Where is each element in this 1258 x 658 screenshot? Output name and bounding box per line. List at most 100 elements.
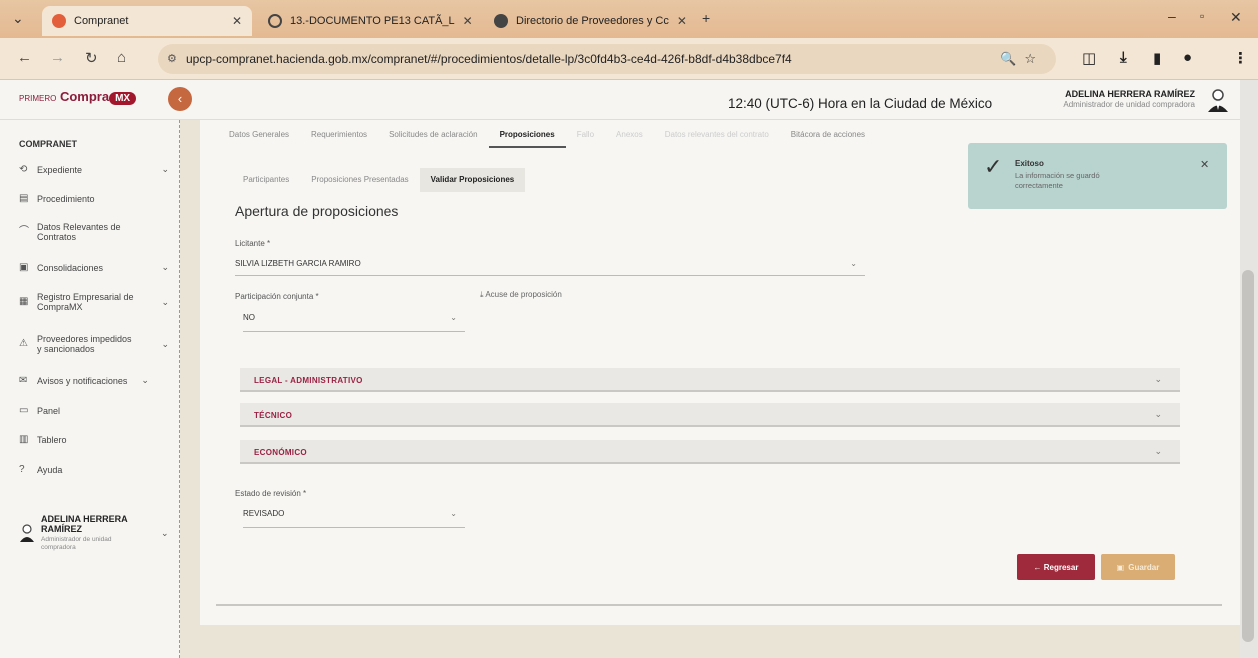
check-icon: ✓ — [984, 154, 1003, 179]
window-close-icon[interactable]: ✕ — [1230, 9, 1242, 26]
tab-solicitudes[interactable]: Solicitudes de aclaración — [378, 128, 489, 148]
new-tab-icon[interactable]: + — [702, 10, 710, 26]
sidebar-item-label: Avisos y notificaciones — [37, 375, 128, 386]
reload-icon[interactable]: ↻ — [85, 49, 98, 67]
clock: 12:40 (UTC-6) Hora en la Ciudad de Méxic… — [728, 96, 993, 111]
sidebar-item-proveedores-impedidos[interactable]: ⚠ Proveedores impedidos y sancionados ⌄ — [19, 334, 169, 354]
divider — [216, 604, 1222, 606]
chevron-down-icon[interactable]: ⌄ — [161, 528, 169, 539]
tab-directorio[interactable]: Directorio de Proveedores y Cc ✕ — [484, 6, 694, 36]
accordion-title: TÉCNICO — [254, 411, 293, 420]
url-bar[interactable]: ⚙ upcp-compranet.hacienda.gob.mx/compran… — [158, 44, 1056, 74]
minimize-icon[interactable]: – — [1168, 8, 1176, 24]
acuse-link-label: Acuse de proposición — [485, 290, 562, 299]
header-user-name: ADELINA HERRERA RAMÍREZ — [1065, 89, 1195, 99]
tab-datos-generales[interactable]: Datos Generales — [218, 128, 300, 148]
sidebar-item-registro-empresarial[interactable]: ▦ Registro Empresarial de CompraMX ⌄ — [19, 292, 169, 312]
sidebar-item-tablero[interactable]: ▥ Tablero — [19, 434, 169, 445]
tab-fallo[interactable]: Fallo — [566, 128, 605, 148]
subtab-participantes[interactable]: Participantes — [232, 168, 300, 192]
avatar-icon[interactable] — [1205, 87, 1231, 113]
panel-icon: ▭ — [19, 405, 29, 416]
chart-icon: ⌒ — [19, 226, 29, 237]
more-menu-icon[interactable]: ⋮ — [1233, 49, 1248, 67]
logo-pill: MX — [109, 92, 137, 105]
close-icon[interactable]: ✕ — [232, 14, 242, 28]
sidebar-item-expediente[interactable]: ⟲ Expediente ⌄ — [19, 164, 169, 175]
tab-menu-icon[interactable]: ⌄ — [12, 10, 24, 27]
accordion-title: ECONÓMICO — [254, 448, 307, 457]
close-icon[interactable]: ✕ — [463, 14, 473, 28]
site-info-icon[interactable]: ⚙ — [167, 52, 177, 65]
tab-bitacora[interactable]: Bitácora de acciones — [780, 128, 876, 148]
licitante-value: SILVIA LIZBETH GARCIA RAMIRO — [235, 259, 361, 268]
licitante-select[interactable]: SILVIA LIZBETH GARCIA RAMIRO ⌄ — [235, 256, 865, 276]
compranet-logo[interactable]: PRIMERO Compra MX — [19, 89, 137, 105]
tab-datos-contrato[interactable]: Datos relevantes del contrato — [654, 128, 780, 148]
close-icon[interactable]: ✕ — [1200, 158, 1209, 171]
back-arrow-icon[interactable]: ← — [17, 49, 32, 66]
zoom-star-icons[interactable]: 🔍☆ — [1000, 51, 1044, 67]
document-icon: ▤ — [19, 193, 29, 204]
accordion-tecnico[interactable]: TÉCNICO ⌄ — [240, 403, 1180, 427]
chevron-down-icon: ⌄ — [450, 509, 457, 518]
accordion-title: LEGAL - ADMINISTRATIVO — [254, 376, 363, 385]
chevron-down-icon: ⌄ — [161, 262, 169, 272]
sidebar-item-label: Procedimiento — [37, 193, 95, 204]
extensions-icon[interactable]: ◫ — [1082, 49, 1096, 67]
estado-label: Estado de revisión * — [235, 489, 307, 498]
tab-requerimientos[interactable]: Requerimientos — [300, 128, 378, 148]
sidebar-item-consolidaciones[interactable]: ▣ Consolidaciones ⌄ — [19, 262, 169, 273]
tab-documento[interactable]: 13.-DOCUMENTO PE13 CATÃ_L ✕ — [258, 6, 478, 36]
sidebar-item-panel[interactable]: ▭ Panel — [19, 405, 169, 416]
avatar-icon — [20, 524, 34, 542]
logo-prefix: PRIMERO — [19, 94, 57, 103]
regresar-button[interactable]: ← Regresar — [1017, 554, 1095, 580]
scrollbar-thumb[interactable] — [1242, 270, 1254, 642]
tab-proposiciones[interactable]: Proposiciones — [488, 128, 566, 148]
maximize-icon[interactable]: ▫ — [1200, 9, 1204, 23]
acuse-link[interactable]: ⤓ Acuse de proposición — [480, 290, 562, 300]
sidebar-item-procedimiento[interactable]: ▤ Procedimiento — [19, 193, 169, 204]
sidebar-item-label: Datos Relevantes de Contratos — [37, 222, 121, 242]
subtab-validar-proposiciones[interactable]: Validar Proposiciones — [419, 168, 526, 192]
accordion-legal-administrativo[interactable]: LEGAL - ADMINISTRATIVO ⌄ — [240, 368, 1180, 392]
forward-arrow-icon[interactable]: → — [50, 49, 65, 66]
sidebar-item-datos-relevantes[interactable]: ⌒ Datos Relevantes de Contratos — [19, 222, 169, 242]
accordion-economico[interactable]: ECONÓMICO ⌄ — [240, 440, 1180, 464]
bell-icon: ✉ — [19, 375, 28, 386]
warning-icon: ⚠ — [19, 338, 28, 349]
sidepanel-icon[interactable]: ▮ — [1153, 49, 1161, 67]
procedure-tabs: Datos Generales Requerimientos Solicitud… — [218, 128, 876, 148]
success-toast: ✓ Exitoso La información se guardó corre… — [968, 143, 1227, 209]
licitante-label: Licitante * — [235, 239, 271, 248]
dashboard-icon: ▥ — [19, 434, 29, 445]
sidebar-user-name: ADELINA HERRERA RAMÍREZ — [41, 514, 128, 534]
tab-title: 13.-DOCUMENTO PE13 CATÃ_L — [290, 15, 455, 27]
sidebar-item-ayuda[interactable]: ? Ayuda — [19, 464, 169, 475]
sidebar: COMPRANET ⟲ Expediente ⌄ ▤ Procedimiento… — [0, 120, 180, 658]
tab-title: Directorio de Proveedores y Cc — [516, 15, 669, 27]
sidebar-item-label: Panel — [37, 405, 61, 416]
tab-compranet[interactable]: Compranet ✕ — [42, 6, 252, 36]
tab-anexos[interactable]: Anexos — [605, 128, 654, 148]
participacion-select[interactable]: NO ⌄ — [243, 310, 465, 332]
estado-select[interactable]: REVISADO ⌄ — [243, 506, 465, 528]
collapse-sidebar-icon[interactable]: ‹ — [168, 87, 192, 111]
chevron-down-icon: ⌄ — [1154, 446, 1162, 456]
chevron-down-icon: ⌄ — [161, 339, 169, 349]
home-icon[interactable]: ⌂ — [117, 49, 126, 66]
participacion-label: Participación conjunta * — [235, 292, 319, 301]
close-icon[interactable]: ✕ — [677, 14, 687, 28]
profile-icon[interactable]: ● — [1183, 49, 1192, 66]
chevron-down-icon: ⌄ — [161, 297, 169, 307]
header-user-role: Administrador de unidad compradora — [1063, 100, 1195, 109]
chevron-down-icon: ⌄ — [1154, 409, 1162, 419]
save-icon: ▣ — [1116, 562, 1125, 572]
guardar-button[interactable]: ▣ Guardar — [1101, 554, 1175, 580]
subtab-proposiciones-presentadas[interactable]: Proposiciones Presentadas — [300, 168, 419, 192]
user-name-line2: RAMÍREZ — [41, 524, 82, 534]
download-icon: ⤓ — [480, 290, 484, 299]
sidebar-item-avisos[interactable]: ✉ Avisos y notificaciones ⌄ — [19, 375, 169, 386]
download-icon[interactable]: ⤓ — [1120, 49, 1127, 66]
